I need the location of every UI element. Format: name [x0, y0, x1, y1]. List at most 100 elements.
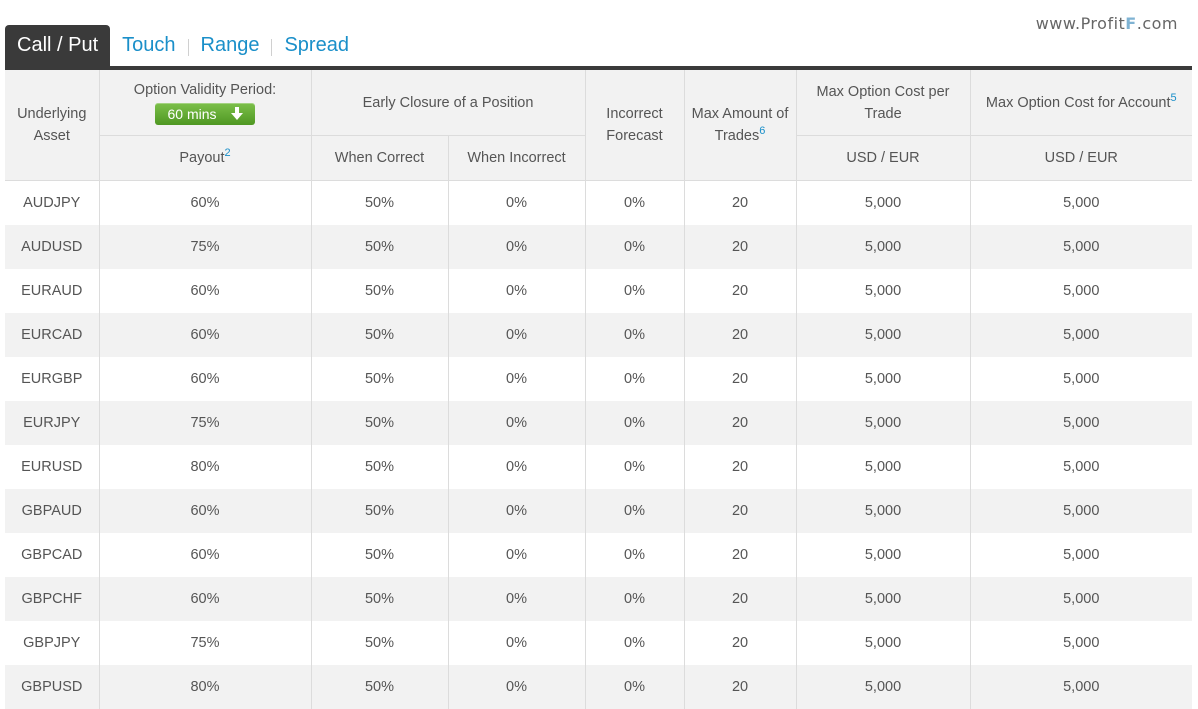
- payout-cell: 60%: [99, 489, 311, 533]
- asset-cell: AUDUSD: [5, 225, 99, 269]
- max-trades-cell: 20: [684, 577, 796, 621]
- arrow-down-icon: [231, 107, 243, 121]
- when-correct-cell: 50%: [311, 357, 448, 401]
- asset-cell: GBPCAD: [5, 533, 99, 577]
- table-row: EURGBP60%50%0%0%205,0005,000: [5, 357, 1192, 401]
- footnote-6-link[interactable]: 6: [759, 125, 765, 137]
- footnote-2-link[interactable]: 2: [225, 147, 231, 159]
- when-correct-cell: 50%: [311, 577, 448, 621]
- tab-range[interactable]: Range: [189, 25, 272, 66]
- when-correct-cell: 50%: [311, 401, 448, 445]
- table-row: GBPCHF60%50%0%0%205,0005,000: [5, 577, 1192, 621]
- asset-cell: GBPUSD: [5, 665, 99, 709]
- max-trades-cell: 20: [684, 401, 796, 445]
- max-trades-cell: 20: [684, 181, 796, 226]
- incorrect-forecast-cell: 0%: [585, 533, 684, 577]
- watermark-domain: .com: [1137, 14, 1178, 33]
- incorrect-forecast-cell: 0%: [585, 225, 684, 269]
- header-max-cost-account: Max Option Cost for Account5: [970, 70, 1192, 136]
- tab-touch[interactable]: Touch: [110, 25, 187, 66]
- max-trades-cell: 20: [684, 357, 796, 401]
- watermark-text: www.Profit: [1036, 14, 1126, 33]
- header-underlying-asset: Underlying Asset: [5, 70, 99, 181]
- table-row: GBPCAD60%50%0%0%205,0005,000: [5, 533, 1192, 577]
- option-type-tabs: Call / Put Touch Range Spread: [5, 25, 361, 66]
- when-correct-cell: 50%: [311, 313, 448, 357]
- asset-cell: GBPJPY: [5, 621, 99, 665]
- asset-cell: AUDJPY: [5, 181, 99, 226]
- max-cost-trade-cell: 5,000: [796, 225, 970, 269]
- when-incorrect-cell: 0%: [448, 313, 585, 357]
- payout-cell: 60%: [99, 533, 311, 577]
- tab-spread[interactable]: Spread: [272, 25, 361, 66]
- asset-cell: EURJPY: [5, 401, 99, 445]
- header-max-cost-trade: Max Option Cost per Trade: [796, 70, 970, 136]
- tab-call-put[interactable]: Call / Put: [5, 25, 110, 66]
- max-cost-trade-cell: 5,000: [796, 357, 970, 401]
- payout-cell: 75%: [99, 401, 311, 445]
- asset-cell: GBPAUD: [5, 489, 99, 533]
- payout-label: Payout: [179, 150, 224, 166]
- incorrect-forecast-cell: 0%: [585, 401, 684, 445]
- asset-conditions-table: Underlying Asset Option Validity Period:…: [5, 70, 1192, 709]
- header-payout: Payout2: [99, 136, 311, 181]
- max-cost-trade-cell: 5,000: [796, 401, 970, 445]
- when-correct-cell: 50%: [311, 269, 448, 313]
- max-cost-account-cell: 5,000: [970, 577, 1192, 621]
- max-cost-account-cell: 5,000: [970, 401, 1192, 445]
- when-incorrect-cell: 0%: [448, 445, 585, 489]
- max-cost-account-cell: 5,000: [970, 313, 1192, 357]
- payout-cell: 60%: [99, 313, 311, 357]
- header-currency-trade: USD / EUR: [796, 136, 970, 181]
- site-watermark: www.ProfitF.com: [1036, 14, 1178, 33]
- max-trades-cell: 20: [684, 445, 796, 489]
- asset-cell: EURGBP: [5, 357, 99, 401]
- table-row: GBPJPY75%50%0%0%205,0005,000: [5, 621, 1192, 665]
- max-trades-cell: 20: [684, 269, 796, 313]
- table-row: AUDJPY60%50%0%0%205,0005,000: [5, 181, 1192, 226]
- max-trades-cell: 20: [684, 313, 796, 357]
- table-row: GBPUSD80%50%0%0%205,0005,000: [5, 665, 1192, 709]
- table-row: EURUSD80%50%0%0%205,0005,000: [5, 445, 1192, 489]
- when-incorrect-cell: 0%: [448, 357, 585, 401]
- header-early-closure: Early Closure of a Position: [311, 70, 585, 136]
- header-incorrect-forecast: Incorrect Forecast: [585, 70, 684, 181]
- when-correct-cell: 50%: [311, 665, 448, 709]
- when-correct-cell: 50%: [311, 445, 448, 489]
- incorrect-forecast-cell: 0%: [585, 665, 684, 709]
- when-correct-cell: 50%: [311, 225, 448, 269]
- payout-cell: 75%: [99, 621, 311, 665]
- incorrect-forecast-cell: 0%: [585, 181, 684, 226]
- when-incorrect-cell: 0%: [448, 489, 585, 533]
- header-when-correct: When Correct: [311, 136, 448, 181]
- max-cost-trade-cell: 5,000: [796, 577, 970, 621]
- table-row: EURJPY75%50%0%0%205,0005,000: [5, 401, 1192, 445]
- validity-period-dropdown[interactable]: 60 mins: [155, 103, 255, 125]
- max-cost-trade-cell: 5,000: [796, 665, 970, 709]
- max-cost-account-label: Max Option Cost for Account: [986, 95, 1171, 111]
- incorrect-forecast-cell: 0%: [585, 445, 684, 489]
- when-incorrect-cell: 0%: [448, 533, 585, 577]
- max-cost-trade-cell: 5,000: [796, 533, 970, 577]
- payout-cell: 60%: [99, 181, 311, 226]
- payout-cell: 60%: [99, 357, 311, 401]
- asset-cell: GBPCHF: [5, 577, 99, 621]
- max-cost-account-cell: 5,000: [970, 489, 1192, 533]
- incorrect-forecast-cell: 0%: [585, 269, 684, 313]
- payout-cell: 75%: [99, 225, 311, 269]
- footnote-5-link[interactable]: 5: [1170, 92, 1176, 104]
- watermark-logo-letter: F: [1125, 14, 1136, 33]
- max-cost-trade-cell: 5,000: [796, 621, 970, 665]
- max-cost-account-cell: 5,000: [970, 225, 1192, 269]
- when-incorrect-cell: 0%: [448, 225, 585, 269]
- incorrect-forecast-cell: 0%: [585, 621, 684, 665]
- max-cost-account-cell: 5,000: [970, 445, 1192, 489]
- when-incorrect-cell: 0%: [448, 621, 585, 665]
- max-cost-trade-cell: 5,000: [796, 181, 970, 226]
- max-cost-account-cell: 5,000: [970, 357, 1192, 401]
- asset-cell: EURAUD: [5, 269, 99, 313]
- payout-cell: 60%: [99, 269, 311, 313]
- when-correct-cell: 50%: [311, 489, 448, 533]
- table-row: EURCAD60%50%0%0%205,0005,000: [5, 313, 1192, 357]
- when-incorrect-cell: 0%: [448, 181, 585, 226]
